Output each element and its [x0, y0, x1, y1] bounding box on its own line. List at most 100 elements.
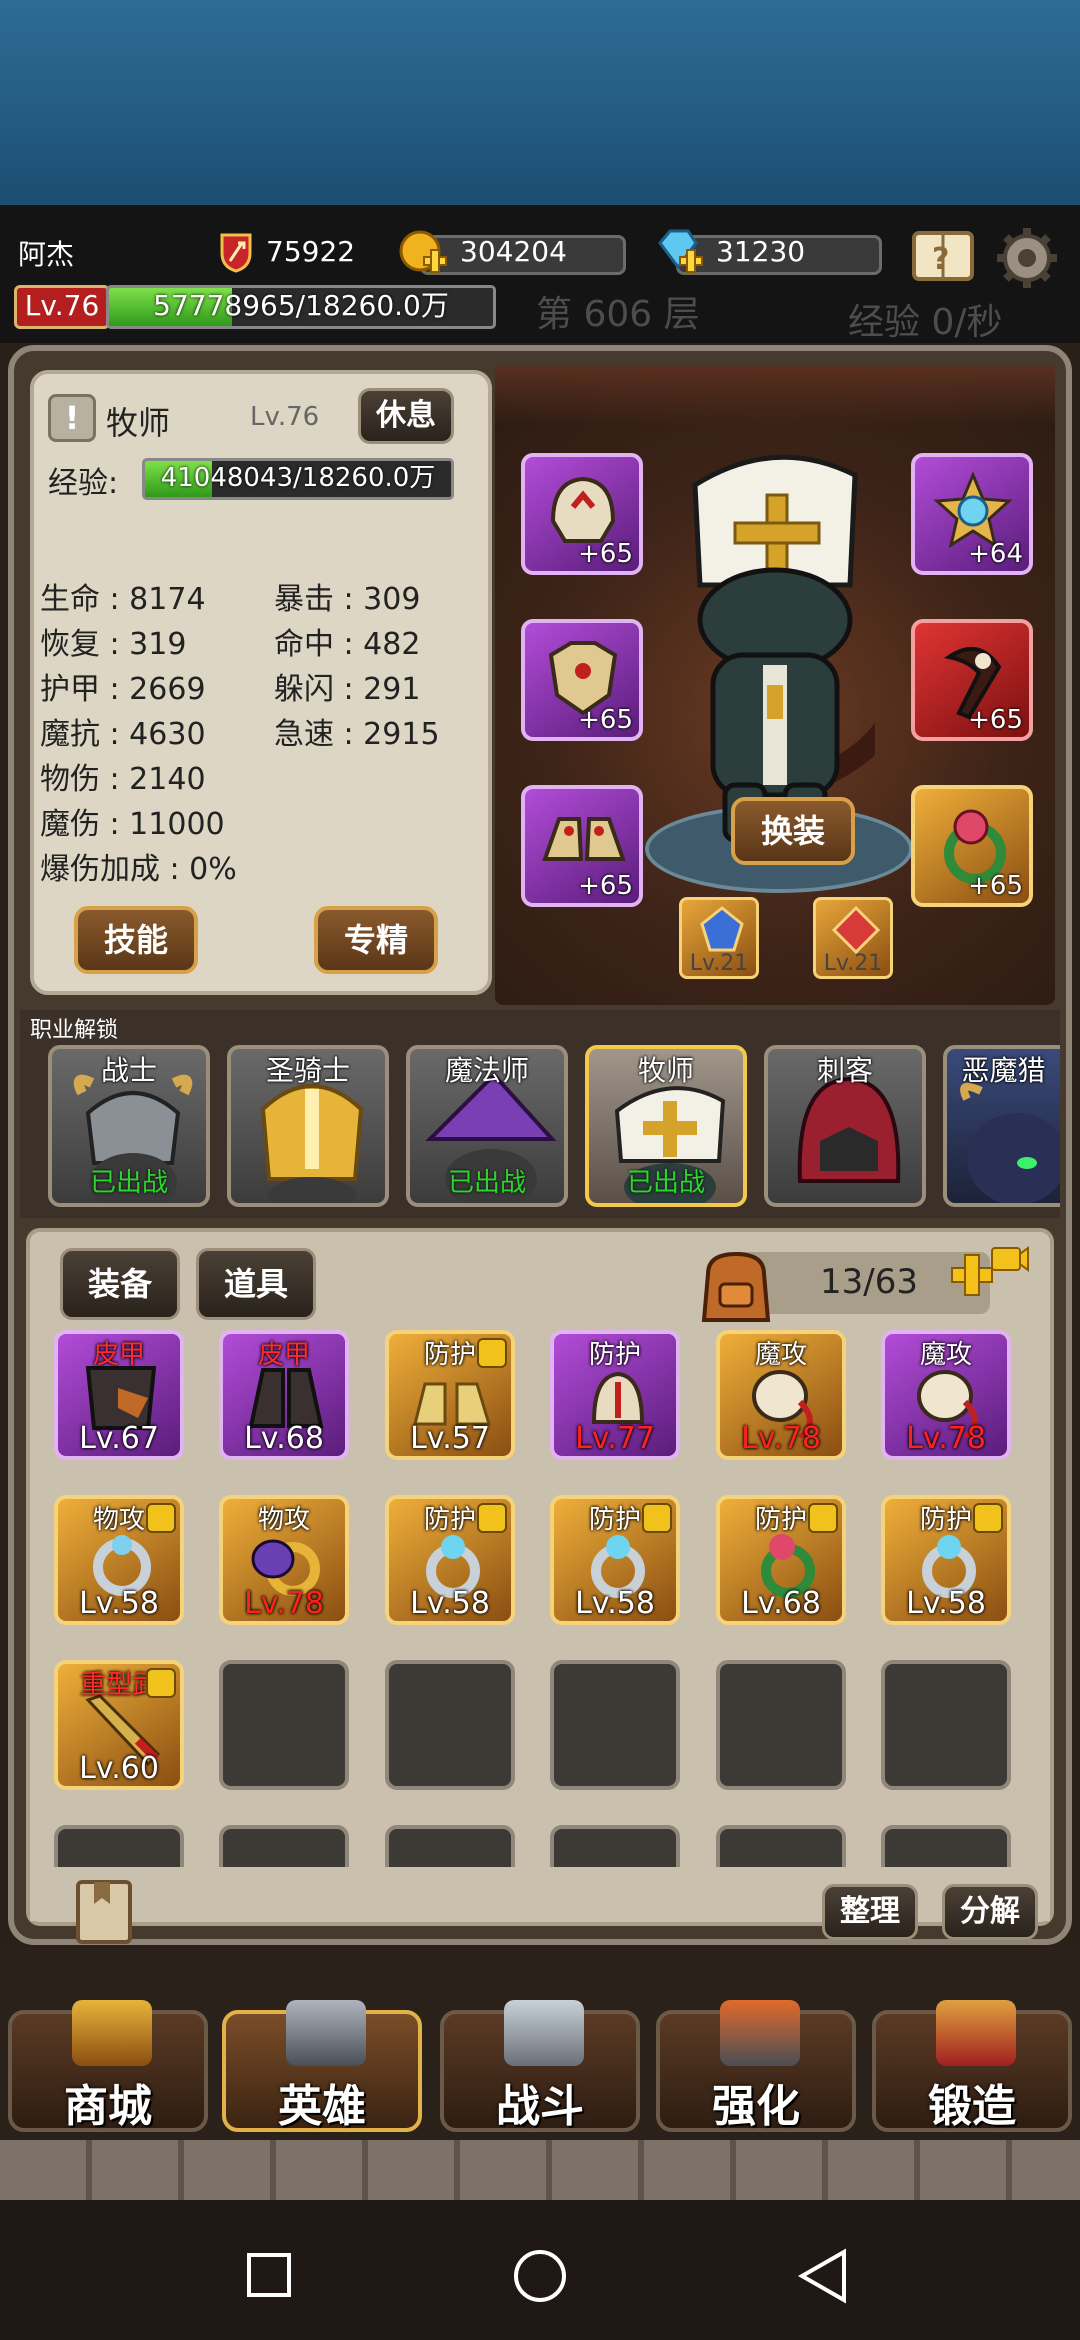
decompose-button[interactable]: 分解 — [942, 1884, 1038, 1940]
empty-slot[interactable] — [385, 1825, 515, 1867]
inventory-item[interactable]: 防护 Lv.57 — [385, 1330, 515, 1460]
equip-slot-ring[interactable]: +65 — [911, 785, 1033, 907]
empty-slot[interactable] — [716, 1825, 846, 1867]
anvil-hammer-icon — [720, 2000, 800, 2066]
item-type-tag: 魔攻 — [919, 1340, 972, 1370]
class-card-priest[interactable]: 牧师 已出战 — [585, 1045, 747, 1207]
class-card-warrior[interactable]: 战士 已出战 — [48, 1045, 210, 1207]
hero-class-name: 牧师 — [106, 404, 171, 442]
demon-hunter-portrait-icon — [960, 1082, 1060, 1203]
hero-exp-text: 41048043/18260.0万 — [160, 463, 436, 493]
inventory-item[interactable]: 魔攻 Lv.78 — [716, 1330, 846, 1460]
lock-icon — [808, 1503, 838, 1533]
class-card-mage[interactable]: 魔法师 已出战 — [406, 1045, 568, 1207]
inventory-item[interactable]: 防护 Lv.58 — [881, 1495, 1011, 1625]
inventory-item[interactable]: 防护 Lv.58 — [550, 1495, 680, 1625]
nav-enhance[interactable]: 强化 — [656, 2000, 856, 2132]
red-gem-icon — [832, 906, 880, 954]
stat-hp: 生命 : 8174 — [40, 582, 206, 617]
recent-apps-icon[interactable] — [246, 2252, 292, 2298]
class-card-demon-hunter[interactable]: 恶魔猎 — [943, 1045, 1060, 1207]
class-card-assassin[interactable]: 刺客 — [764, 1045, 926, 1207]
inventory-item[interactable]: 皮甲 Lv.68 — [219, 1330, 349, 1460]
diamond-value: 31230 — [716, 235, 806, 268]
empty-slot[interactable] — [881, 1660, 1011, 1790]
lock-icon — [146, 1503, 176, 1533]
empty-slot[interactable] — [385, 1660, 515, 1790]
inventory-item[interactable]: 物攻 Lv.58 — [54, 1495, 184, 1625]
scene-arch — [495, 365, 1055, 425]
empty-slot[interactable] — [550, 1825, 680, 1867]
class-card-priest-status: 已出战 — [626, 1168, 705, 1198]
item-level: Lv.68 — [244, 1421, 324, 1456]
equip-slot-weapon[interactable]: +65 — [911, 619, 1033, 741]
equip-slot-amulet[interactable]: +64 — [911, 453, 1033, 575]
gem-1-level: Lv.21 — [689, 951, 749, 976]
bag-capacity-value: 13/63 — [820, 1262, 918, 1302]
stat-physical-damage: 物伤 : 2140 — [40, 762, 206, 797]
lock-icon — [973, 1503, 1003, 1533]
gold-add-icon[interactable] — [398, 227, 448, 277]
stat-crit: 暴击 : 309 — [274, 582, 421, 617]
back-icon[interactable] — [796, 2248, 850, 2304]
inventory-item[interactable]: 防护 Lv.68 — [716, 1495, 846, 1625]
system-navigation-bar — [0, 2200, 1080, 2340]
expand-bag-video-icon[interactable] — [948, 1242, 1030, 1312]
item-level: Lv.78 — [244, 1586, 324, 1621]
nav-hero[interactable]: 英雄 — [222, 2000, 422, 2132]
lock-icon — [477, 1338, 507, 1368]
specialize-button[interactable]: 专精 — [314, 906, 438, 974]
rest-button[interactable]: 休息 — [358, 388, 454, 444]
item-level: Lv.78 — [906, 1421, 986, 1456]
tab-items[interactable]: 道具 — [196, 1248, 316, 1320]
item-level: Lv.57 — [410, 1421, 490, 1456]
nav-shop-label: 商城 — [64, 2081, 152, 2132]
equip-slot-helmet[interactable]: +65 — [521, 453, 643, 575]
class-card-warrior-status: 已出战 — [89, 1168, 168, 1198]
equip-slot-boots[interactable]: +65 — [521, 785, 643, 907]
item-type-tag: 皮甲 — [257, 1340, 310, 1370]
info-icon[interactable]: ! — [48, 394, 96, 442]
inventory-item[interactable]: 防护 Lv.58 — [385, 1495, 515, 1625]
empty-slot[interactable] — [219, 1825, 349, 1867]
boots-enhance-level: +65 — [578, 871, 633, 901]
boots-icon — [542, 817, 626, 861]
record-book-icon[interactable] — [74, 1878, 136, 1946]
item-level: Lv.58 — [410, 1586, 490, 1621]
inventory-item[interactable]: 物攻 Lv.78 — [219, 1495, 349, 1625]
diamond-add-icon[interactable] — [654, 227, 704, 277]
inventory-item[interactable]: 重型武 Lv.60 — [54, 1660, 184, 1790]
change-outfit-button[interactable]: 换装 — [731, 797, 855, 865]
inventory-item[interactable]: 皮甲 Lv.67 — [54, 1330, 184, 1460]
settings-gear-icon[interactable] — [994, 225, 1060, 291]
nav-shop[interactable]: 商城 — [8, 2000, 208, 2132]
tab-equipment[interactable]: 装备 — [60, 1248, 180, 1320]
guide-book-icon[interactable]: ? — [910, 225, 976, 285]
nav-hero-label: 英雄 — [278, 2081, 366, 2132]
nav-battle-label: 战斗 — [496, 2081, 584, 2132]
hero-exp-label: 经验: — [48, 466, 119, 501]
equip-slot-armor[interactable]: +65 — [521, 619, 643, 741]
empty-slot[interactable] — [219, 1660, 349, 1790]
home-icon[interactable] — [512, 2248, 568, 2304]
empty-slot[interactable] — [54, 1825, 184, 1867]
inventory-item[interactable]: 防护 Lv.77 — [550, 1330, 680, 1460]
item-type-tag: 魔攻 — [754, 1340, 807, 1370]
skill-button[interactable]: 技能 — [74, 906, 198, 974]
class-card-paladin[interactable]: 圣骑士 — [227, 1045, 389, 1207]
treasure-chest-icon — [72, 2000, 152, 2066]
sort-button[interactable]: 整理 — [822, 1884, 918, 1940]
player-exp-text: 57778965/18260.0万 — [153, 289, 449, 322]
hero-stats-panel: ! 牧师 Lv.76 休息 经验: 41048043/18260.0万 生命 :… — [30, 370, 492, 995]
empty-slot[interactable] — [716, 1660, 846, 1790]
item-level: Lv.77 — [575, 1421, 655, 1456]
gem-slot-2[interactable]: Lv.21 — [813, 897, 893, 979]
player-exp-bar: 57778965/18260.0万 — [106, 285, 496, 329]
nav-forge[interactable]: 锻造 — [872, 2000, 1072, 2132]
empty-slot[interactable] — [550, 1660, 680, 1790]
inventory-item[interactable]: 魔攻 Lv.78 — [881, 1330, 1011, 1460]
helmet-enhance-level: +65 — [578, 539, 633, 569]
nav-battle[interactable]: 战斗 — [440, 2000, 640, 2132]
gem-slot-1[interactable]: Lv.21 — [679, 897, 759, 979]
empty-slot[interactable] — [881, 1825, 1011, 1867]
